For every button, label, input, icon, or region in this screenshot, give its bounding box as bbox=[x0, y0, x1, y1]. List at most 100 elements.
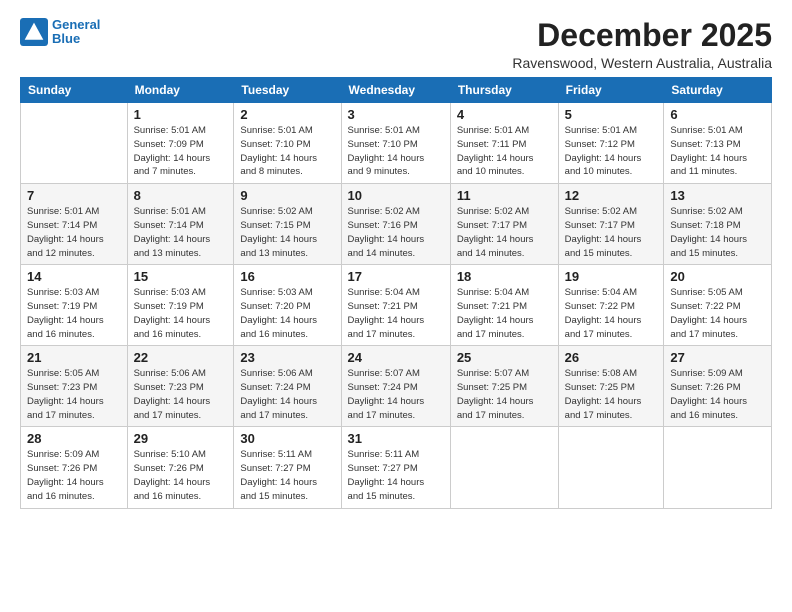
cell-w4-d2: 30 Sunrise: 5:11 AM Sunset: 7:27 PM Dayli… bbox=[234, 427, 341, 508]
day-number: 25 bbox=[457, 350, 552, 365]
day-info: Sunrise: 5:03 AM Sunset: 7:19 PM Dayligh… bbox=[27, 286, 121, 341]
day-info: Sunrise: 5:02 AM Sunset: 7:17 PM Dayligh… bbox=[565, 205, 658, 260]
day-number: 4 bbox=[457, 107, 552, 122]
day-number: 11 bbox=[457, 188, 552, 203]
header-saturday: Saturday bbox=[664, 78, 772, 103]
cell-w0-d5: 5 Sunrise: 5:01 AM Sunset: 7:12 PM Daylig… bbox=[558, 103, 664, 184]
day-number: 19 bbox=[565, 269, 658, 284]
cell-w2-d6: 20 Sunrise: 5:05 AM Sunset: 7:22 PM Dayli… bbox=[664, 265, 772, 346]
week-row-2: 14 Sunrise: 5:03 AM Sunset: 7:19 PM Dayli… bbox=[21, 265, 772, 346]
cell-w4-d3: 31 Sunrise: 5:11 AM Sunset: 7:27 PM Dayli… bbox=[341, 427, 450, 508]
cell-w3-d5: 26Sunrise: 5:08 AM Sunset: 7:25 PM Dayli… bbox=[558, 346, 664, 427]
day-info: Sunrise: 5:04 AM Sunset: 7:21 PM Dayligh… bbox=[348, 286, 444, 341]
day-number: 21 bbox=[27, 350, 121, 365]
day-info: Sunrise: 5:01 AM Sunset: 7:09 PM Dayligh… bbox=[134, 124, 228, 179]
day-number: 17 bbox=[348, 269, 444, 284]
day-info: Sunrise: 5:10 AM Sunset: 7:26 PM Dayligh… bbox=[134, 448, 228, 503]
calendar-body: 1Sunrise: 5:01 AM Sunset: 7:09 PM Daylig… bbox=[21, 103, 772, 508]
day-number: 27 bbox=[670, 350, 765, 365]
cell-w0-d0 bbox=[21, 103, 128, 184]
day-info: Sunrise: 5:11 AM Sunset: 7:27 PM Dayligh… bbox=[240, 448, 334, 503]
week-row-3: 21 Sunrise: 5:05 AM Sunset: 7:23 PM Dayli… bbox=[21, 346, 772, 427]
day-info: Sunrise: 5:08 AM Sunset: 7:25 PM Dayligh… bbox=[565, 367, 658, 422]
cell-w1-d4: 11 Sunrise: 5:02 AM Sunset: 7:17 PM Dayli… bbox=[450, 184, 558, 265]
day-number: 22 bbox=[134, 350, 228, 365]
cell-w2-d2: 16Sunrise: 5:03 AM Sunset: 7:20 PM Dayli… bbox=[234, 265, 341, 346]
cell-w3-d4: 25 Sunrise: 5:07 AM Sunset: 7:25 PM Dayli… bbox=[450, 346, 558, 427]
day-number: 29 bbox=[134, 431, 228, 446]
day-number: 5 bbox=[565, 107, 658, 122]
day-info: Sunrise: 5:03 AM Sunset: 7:19 PM Dayligh… bbox=[134, 286, 228, 341]
cell-w4-d4 bbox=[450, 427, 558, 508]
cell-w1-d3: 10 Sunrise: 5:02 AM Sunset: 7:16 PM Dayli… bbox=[341, 184, 450, 265]
day-info: Sunrise: 5:01 AM Sunset: 7:13 PM Dayligh… bbox=[670, 124, 765, 179]
header-wednesday: Wednesday bbox=[341, 78, 450, 103]
cell-w0-d6: 6 Sunrise: 5:01 AM Sunset: 7:13 PM Daylig… bbox=[664, 103, 772, 184]
day-info: Sunrise: 5:05 AM Sunset: 7:23 PM Dayligh… bbox=[27, 367, 121, 422]
cell-w1-d1: 8 Sunrise: 5:01 AM Sunset: 7:14 PM Daylig… bbox=[127, 184, 234, 265]
day-info: Sunrise: 5:02 AM Sunset: 7:18 PM Dayligh… bbox=[670, 205, 765, 260]
day-info: Sunrise: 5:09 AM Sunset: 7:26 PM Dayligh… bbox=[670, 367, 765, 422]
calendar-header: Sunday Monday Tuesday Wednesday Thursday… bbox=[21, 78, 772, 103]
day-info: Sunrise: 5:06 AM Sunset: 7:23 PM Dayligh… bbox=[134, 367, 228, 422]
day-number: 18 bbox=[457, 269, 552, 284]
page: General Blue December 2025 Ravenswood, W… bbox=[0, 0, 792, 612]
header-friday: Friday bbox=[558, 78, 664, 103]
day-info: Sunrise: 5:02 AM Sunset: 7:15 PM Dayligh… bbox=[240, 205, 334, 260]
logo-text: General Blue bbox=[52, 18, 100, 47]
day-info: Sunrise: 5:11 AM Sunset: 7:27 PM Dayligh… bbox=[348, 448, 444, 503]
logo-icon bbox=[20, 18, 48, 46]
day-info: Sunrise: 5:01 AM Sunset: 7:12 PM Dayligh… bbox=[565, 124, 658, 179]
cell-w3-d0: 21 Sunrise: 5:05 AM Sunset: 7:23 PM Dayli… bbox=[21, 346, 128, 427]
day-number: 24 bbox=[348, 350, 444, 365]
cell-w1-d5: 12 Sunrise: 5:02 AM Sunset: 7:17 PM Dayli… bbox=[558, 184, 664, 265]
logo-line1: General bbox=[52, 17, 100, 32]
day-number: 30 bbox=[240, 431, 334, 446]
cell-w4-d6 bbox=[664, 427, 772, 508]
day-number: 31 bbox=[348, 431, 444, 446]
cell-w1-d2: 9 Sunrise: 5:02 AM Sunset: 7:15 PM Daylig… bbox=[234, 184, 341, 265]
header-thursday: Thursday bbox=[450, 78, 558, 103]
cell-w0-d1: 1Sunrise: 5:01 AM Sunset: 7:09 PM Daylig… bbox=[127, 103, 234, 184]
day-info: Sunrise: 5:03 AM Sunset: 7:20 PM Dayligh… bbox=[240, 286, 334, 341]
cell-w4-d0: 28 Sunrise: 5:09 AM Sunset: 7:26 PM Dayli… bbox=[21, 427, 128, 508]
week-row-0: 1Sunrise: 5:01 AM Sunset: 7:09 PM Daylig… bbox=[21, 103, 772, 184]
cell-w2-d4: 18Sunrise: 5:04 AM Sunset: 7:21 PM Dayli… bbox=[450, 265, 558, 346]
cell-w1-d6: 13 Sunrise: 5:02 AM Sunset: 7:18 PM Dayli… bbox=[664, 184, 772, 265]
cell-w2-d3: 17 Sunrise: 5:04 AM Sunset: 7:21 PM Dayli… bbox=[341, 265, 450, 346]
day-number: 14 bbox=[27, 269, 121, 284]
day-info: Sunrise: 5:06 AM Sunset: 7:24 PM Dayligh… bbox=[240, 367, 334, 422]
day-number: 20 bbox=[670, 269, 765, 284]
cell-w0-d3: 3Sunrise: 5:01 AM Sunset: 7:10 PM Daylig… bbox=[341, 103, 450, 184]
day-number: 6 bbox=[670, 107, 765, 122]
month-title: December 2025 bbox=[512, 18, 772, 53]
cell-w3-d6: 27 Sunrise: 5:09 AM Sunset: 7:26 PM Dayli… bbox=[664, 346, 772, 427]
day-number: 7 bbox=[27, 188, 121, 203]
day-info: Sunrise: 5:07 AM Sunset: 7:25 PM Dayligh… bbox=[457, 367, 552, 422]
day-number: 9 bbox=[240, 188, 334, 203]
day-number: 13 bbox=[670, 188, 765, 203]
logo: General Blue bbox=[20, 18, 100, 47]
day-info: Sunrise: 5:05 AM Sunset: 7:22 PM Dayligh… bbox=[670, 286, 765, 341]
cell-w0-d2: 2Sunrise: 5:01 AM Sunset: 7:10 PM Daylig… bbox=[234, 103, 341, 184]
day-number: 28 bbox=[27, 431, 121, 446]
cell-w3-d3: 24 Sunrise: 5:07 AM Sunset: 7:24 PM Dayli… bbox=[341, 346, 450, 427]
day-number: 23 bbox=[240, 350, 334, 365]
day-number: 12 bbox=[565, 188, 658, 203]
day-number: 10 bbox=[348, 188, 444, 203]
day-number: 15 bbox=[134, 269, 228, 284]
cell-w3-d1: 22 Sunrise: 5:06 AM Sunset: 7:23 PM Dayli… bbox=[127, 346, 234, 427]
day-info: Sunrise: 5:09 AM Sunset: 7:26 PM Dayligh… bbox=[27, 448, 121, 503]
day-info: Sunrise: 5:01 AM Sunset: 7:14 PM Dayligh… bbox=[27, 205, 121, 260]
subtitle: Ravenswood, Western Australia, Australia bbox=[512, 55, 772, 71]
day-number: 8 bbox=[134, 188, 228, 203]
header-monday: Monday bbox=[127, 78, 234, 103]
cell-w4-d5 bbox=[558, 427, 664, 508]
day-info: Sunrise: 5:01 AM Sunset: 7:14 PM Dayligh… bbox=[134, 205, 228, 260]
cell-w2-d0: 14 Sunrise: 5:03 AM Sunset: 7:19 PM Dayli… bbox=[21, 265, 128, 346]
day-info: Sunrise: 5:01 AM Sunset: 7:11 PM Dayligh… bbox=[457, 124, 552, 179]
calendar-table: Sunday Monday Tuesday Wednesday Thursday… bbox=[20, 77, 772, 508]
day-info: Sunrise: 5:07 AM Sunset: 7:24 PM Dayligh… bbox=[348, 367, 444, 422]
day-info: Sunrise: 5:02 AM Sunset: 7:17 PM Dayligh… bbox=[457, 205, 552, 260]
day-info: Sunrise: 5:02 AM Sunset: 7:16 PM Dayligh… bbox=[348, 205, 444, 260]
